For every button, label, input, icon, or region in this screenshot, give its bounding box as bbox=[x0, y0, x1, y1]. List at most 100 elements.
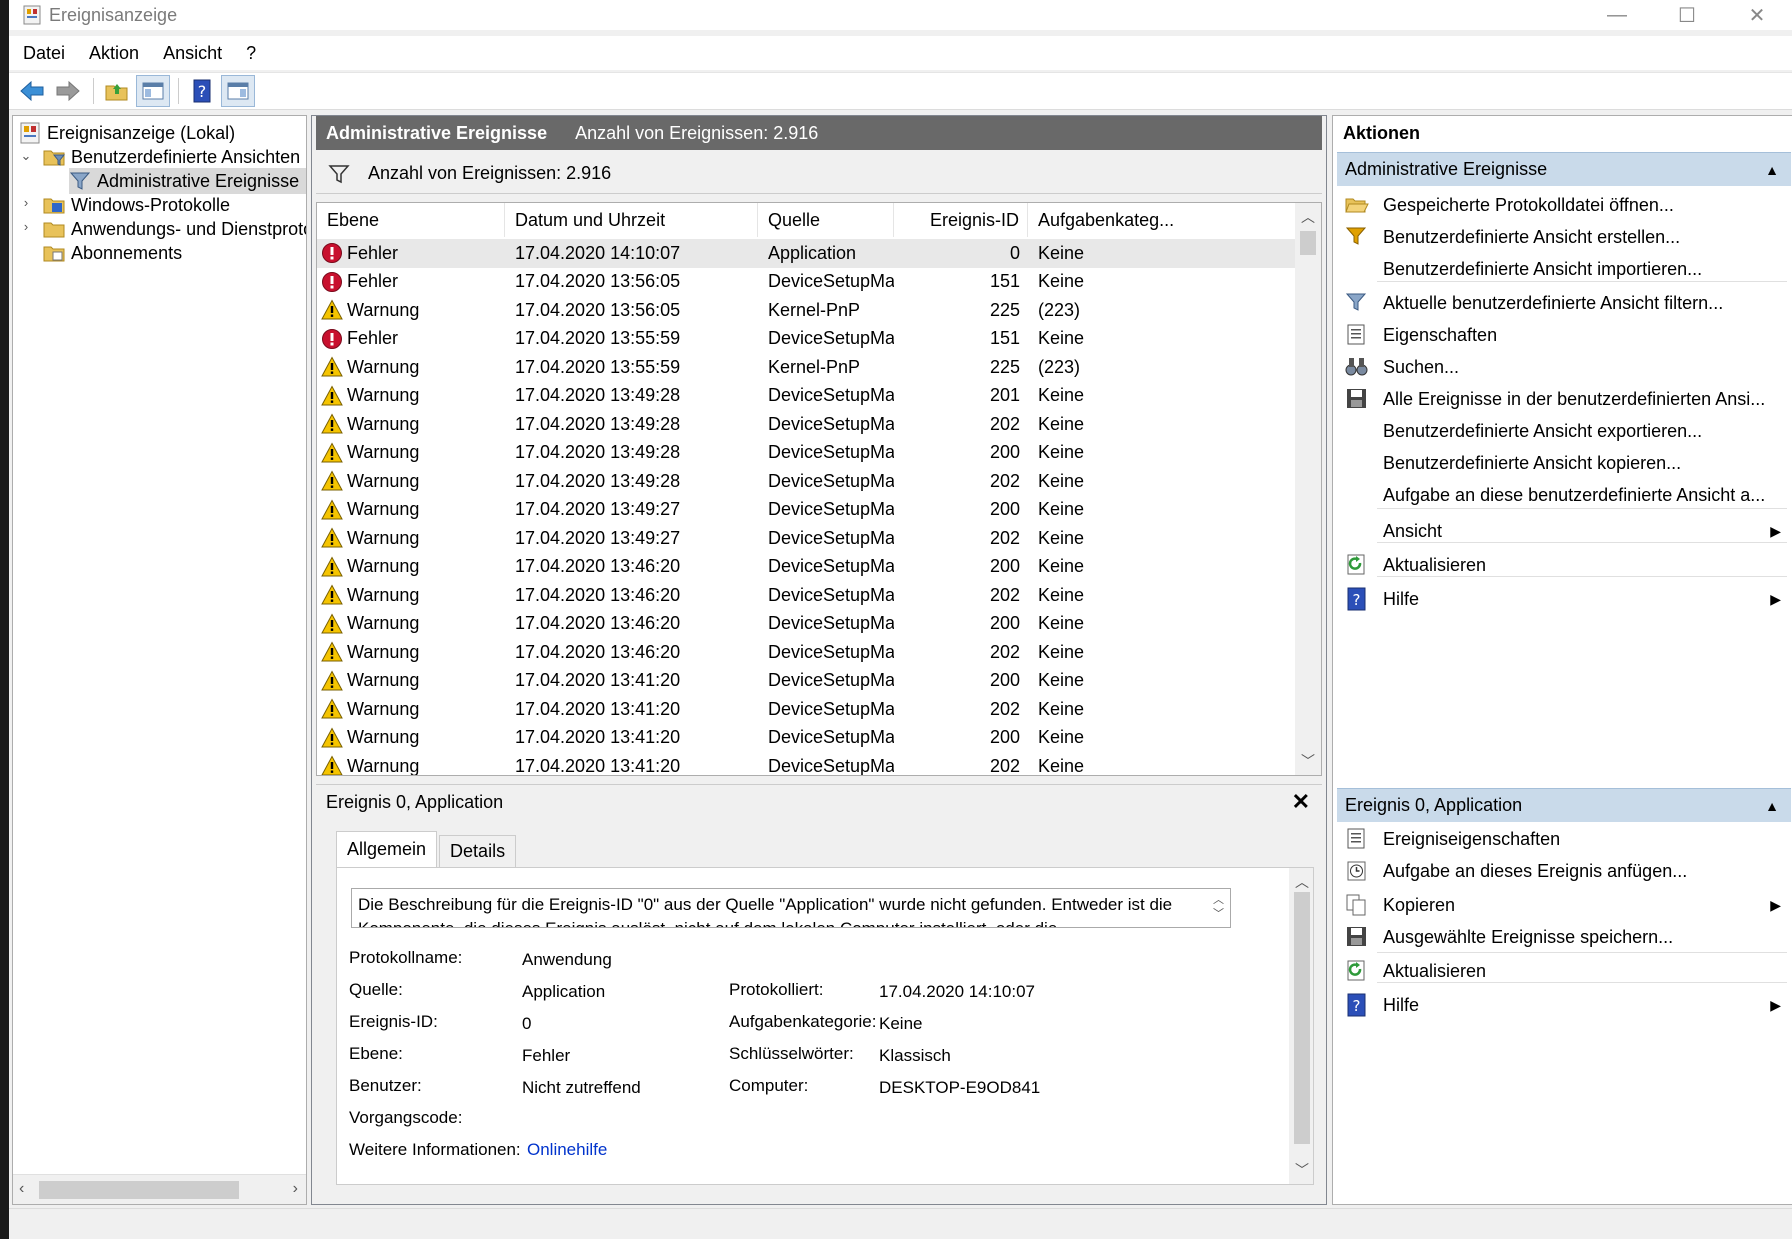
table-row[interactable]: Fehler 17.04.2020 13:55:59 DeviceSetupMa..… bbox=[317, 325, 1297, 354]
cell-source: Application bbox=[768, 242, 857, 263]
tab-details[interactable]: Details bbox=[439, 835, 517, 867]
table-vertical-scrollbar[interactable]: ︿ ﹀ bbox=[1295, 203, 1321, 775]
collapse-up-icon[interactable]: ▲ bbox=[1765, 798, 1779, 814]
cell-event-id: 202 bbox=[989, 413, 1020, 434]
action-item[interactable]: Gespeicherte Protokolldatei öffnen... bbox=[1337, 188, 1791, 222]
level-text: Warnung bbox=[347, 413, 420, 434]
cell-event-id: 200 bbox=[989, 613, 1020, 634]
action-item[interactable]: Benutzerdefinierte Ansicht kopieren... bbox=[1337, 446, 1791, 480]
scroll-thumb[interactable] bbox=[1300, 231, 1316, 255]
maximize-button[interactable]: ☐ bbox=[1652, 0, 1722, 30]
action-label: Benutzerdefinierte Ansicht kopieren... bbox=[1383, 452, 1682, 473]
action-item[interactable]: ? Hilfe ▶ bbox=[1337, 582, 1791, 616]
menu-help[interactable]: ? bbox=[246, 43, 256, 64]
back-button[interactable] bbox=[15, 75, 49, 107]
action-item[interactable]: Eigenschaften bbox=[1337, 318, 1791, 352]
action-item[interactable]: Kopieren ▶ bbox=[1337, 888, 1791, 922]
scroll-right-arrow-icon[interactable]: › bbox=[293, 1180, 298, 1198]
expand-windows-logs-toggle[interactable]: › bbox=[19, 195, 33, 210]
table-row[interactable]: Warnung 17.04.2020 13:46:20 DeviceSetupMa.… bbox=[317, 553, 1297, 582]
tree-item-subscriptions[interactable]: Abonnements bbox=[43, 240, 182, 266]
action-item[interactable]: Aktuelle benutzerdefinierte Ansicht filt… bbox=[1337, 286, 1791, 320]
cell-event-id: 202 bbox=[989, 641, 1020, 662]
action-item[interactable]: Ausgewählte Ereignisse speichern... bbox=[1337, 920, 1791, 954]
action-item[interactable]: Benutzerdefinierte Ansicht erstellen... bbox=[1337, 220, 1791, 254]
scroll-down-arrow-icon[interactable]: ﹀ bbox=[1295, 1160, 1309, 1180]
close-detail-icon[interactable]: ✕ bbox=[1292, 789, 1310, 815]
action-item[interactable]: ? Hilfe ▶ bbox=[1337, 988, 1791, 1022]
table-row[interactable]: Warnung 17.04.2020 13:41:20 DeviceSetupMa.… bbox=[317, 724, 1297, 753]
table-row[interactable]: Warnung 17.04.2020 13:49:28 DeviceSetupMa.… bbox=[317, 439, 1297, 468]
tab-general[interactable]: Allgemein bbox=[336, 831, 438, 867]
action-item[interactable]: Suchen... bbox=[1337, 350, 1791, 384]
online-help-link[interactable]: Onlinehilfe bbox=[527, 1140, 607, 1160]
up-folder-button[interactable] bbox=[100, 75, 134, 107]
column-header-level[interactable]: Ebene bbox=[317, 203, 505, 237]
scroll-up-arrow-icon[interactable]: ︿ bbox=[1301, 207, 1315, 227]
actions-section-admin-events[interactable]: Administrative Ereignisse ▲ bbox=[1337, 152, 1791, 186]
action-item[interactable]: Aufgabe an diese benutzerdefinierte Ansi… bbox=[1337, 478, 1791, 512]
show-hide-action-pane-button[interactable] bbox=[221, 75, 255, 107]
menu-ansicht[interactable]: Ansicht bbox=[163, 43, 222, 64]
help-button[interactable]: ? bbox=[185, 75, 219, 107]
table-row[interactable]: Fehler 17.04.2020 14:10:07 Application 0 Kei… bbox=[317, 239, 1297, 268]
action-item[interactable]: Alle Ereignisse in der benutzerdefiniert… bbox=[1337, 382, 1791, 416]
scroll-left-arrow-icon[interactable]: ‹ bbox=[19, 1180, 24, 1198]
toolbar: ? bbox=[9, 72, 1792, 110]
action-item[interactable]: Ereigniseigenschaften bbox=[1337, 822, 1791, 856]
table-row[interactable]: Warnung 17.04.2020 13:49:28 DeviceSetupMa.… bbox=[317, 467, 1297, 496]
scroll-up-arrow-icon[interactable]: ︿ bbox=[1295, 872, 1309, 892]
table-row[interactable]: Warnung 17.04.2020 13:55:59 Kernel-PnP 225 (… bbox=[317, 353, 1297, 382]
forward-button[interactable] bbox=[51, 75, 85, 107]
tree-horizontal-scrollbar[interactable]: ‹ › bbox=[13, 1174, 306, 1204]
tree-item-windows-logs[interactable]: Windows-Protokolle bbox=[43, 192, 230, 218]
expand-app-service-logs-toggle[interactable]: › bbox=[19, 219, 33, 234]
collapse-up-icon[interactable]: ▲ bbox=[1765, 162, 1779, 178]
level-text: Warnung bbox=[347, 755, 420, 776]
tree-item-admin-events[interactable]: Administrative Ereignisse bbox=[69, 168, 306, 194]
description-scroll-arrows[interactable]: ︿ ﹀ bbox=[1213, 893, 1224, 921]
minimize-button[interactable]: — bbox=[1582, 0, 1652, 30]
expand-custom-views-toggle[interactable]: ⌄ bbox=[19, 148, 33, 164]
action-item[interactable]: Benutzerdefinierte Ansicht exportieren..… bbox=[1337, 414, 1791, 448]
table-row[interactable]: Warnung 17.04.2020 13:56:05 Kernel-PnP 225 (… bbox=[317, 296, 1297, 325]
table-row[interactable]: Warnung 17.04.2020 13:49:28 DeviceSetupMa.… bbox=[317, 410, 1297, 439]
table-row[interactable]: Warnung 17.04.2020 13:49:27 DeviceSetupMa.… bbox=[317, 496, 1297, 525]
tree-item-app-service-logs[interactable]: Anwendungs- und Dienstprotokolle bbox=[43, 216, 306, 242]
actions-section-event[interactable]: Ereignis 0, Application ▲ bbox=[1337, 788, 1791, 822]
table-row[interactable]: Warnung 17.04.2020 13:46:20 DeviceSetupMa.… bbox=[317, 581, 1297, 610]
detail-vertical-scrollbar[interactable]: ︿ ﹀ bbox=[1289, 868, 1313, 1184]
table-row[interactable]: Warnung 17.04.2020 13:49:27 DeviceSetupMa.… bbox=[317, 524, 1297, 553]
tree-item-root[interactable]: Ereignisanzeige (Lokal) bbox=[19, 120, 235, 146]
help-book-icon: ? bbox=[193, 79, 211, 103]
table-row[interactable]: Warnung 17.04.2020 13:49:28 DeviceSetupMa.… bbox=[317, 382, 1297, 411]
column-header-source[interactable]: Quelle bbox=[758, 203, 894, 237]
table-row[interactable]: Warnung 17.04.2020 13:46:20 DeviceSetupMa.… bbox=[317, 610, 1297, 639]
level-text: Warnung bbox=[347, 641, 420, 662]
tree-item-custom-views[interactable]: Benutzerdefinierte Ansichten bbox=[43, 144, 300, 170]
column-header-task-category[interactable]: Aufgabenkateg... bbox=[1028, 203, 1297, 237]
menu-datei[interactable]: Datei bbox=[23, 43, 65, 64]
table-row[interactable]: Fehler 17.04.2020 13:56:05 DeviceSetupMa..… bbox=[317, 268, 1297, 297]
cell-date: 17.04.2020 13:41:20 bbox=[515, 698, 681, 719]
scroll-thumb[interactable] bbox=[1294, 892, 1310, 1144]
cell-source: DeviceSetupMa... bbox=[768, 328, 894, 349]
show-hide-tree-button[interactable] bbox=[136, 75, 170, 107]
column-header-date[interactable]: Datum und Uhrzeit bbox=[505, 203, 758, 237]
cell-source: DeviceSetupMa... bbox=[768, 755, 894, 776]
scroll-down-arrow-icon[interactable]: ﹀ bbox=[1301, 751, 1315, 771]
cell-level: Warnung bbox=[317, 584, 505, 606]
cell-task-category: Keine bbox=[1038, 556, 1085, 577]
action-label: Suchen... bbox=[1383, 356, 1460, 377]
action-item[interactable]: Aufgabe an dieses Ereignis anfügen... bbox=[1337, 854, 1791, 888]
cell-level: Warnung bbox=[317, 727, 505, 749]
table-row[interactable]: Warnung 17.04.2020 13:41:20 DeviceSetupMa.… bbox=[317, 667, 1297, 696]
table-row[interactable]: Warnung 17.04.2020 13:46:20 DeviceSetupMa.… bbox=[317, 638, 1297, 667]
menu-aktion[interactable]: Aktion bbox=[89, 43, 139, 64]
table-row[interactable]: Warnung 17.04.2020 13:41:20 DeviceSetupMa.… bbox=[317, 752, 1297, 776]
table-row[interactable]: Warnung 17.04.2020 13:41:20 DeviceSetupMa.… bbox=[317, 695, 1297, 724]
close-window-button[interactable]: ✕ bbox=[1722, 0, 1792, 30]
scroll-thumb[interactable] bbox=[39, 1181, 239, 1199]
column-header-event-id[interactable]: Ereignis-ID bbox=[894, 203, 1028, 237]
description-box[interactable]: Die Beschreibung für die Ereignis-ID "0"… bbox=[351, 888, 1231, 928]
